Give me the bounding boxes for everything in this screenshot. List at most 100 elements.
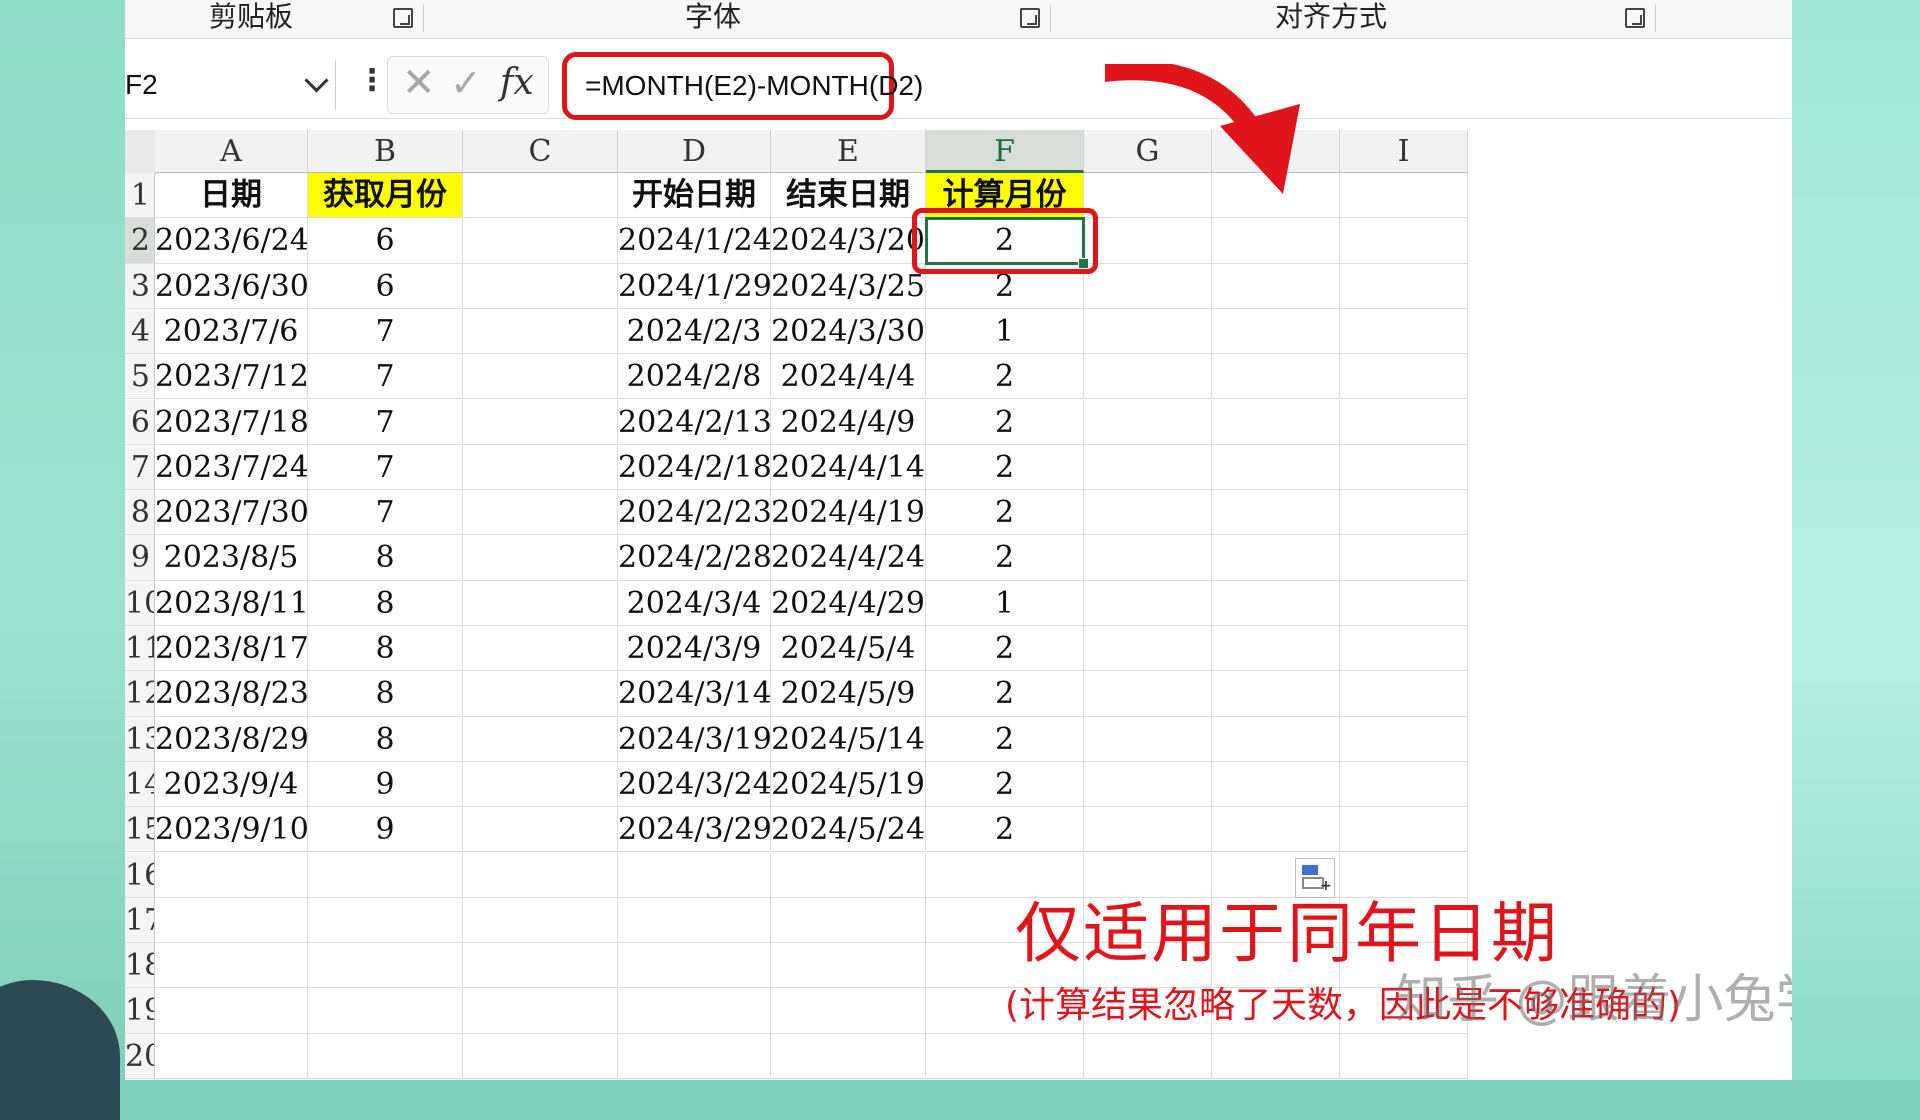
insert-function-icon[interactable]: fx	[500, 61, 534, 105]
row-header-10[interactable]: 10	[125, 580, 155, 626]
cell-h7[interactable]	[1212, 444, 1340, 491]
column-header-d[interactable]: D	[618, 130, 771, 173]
cell-f5[interactable]: 2	[926, 354, 1084, 400]
cell-a2[interactable]: 2023/6/24	[155, 218, 308, 264]
cell-h12[interactable]	[1212, 671, 1340, 717]
cell-d12[interactable]: 2024/3/14	[618, 671, 771, 717]
cell-b12[interactable]: 8	[308, 671, 463, 717]
name-box[interactable]: F2	[125, 60, 336, 110]
cell-e20[interactable]	[771, 1033, 926, 1079]
cell-c17[interactable]	[463, 897, 618, 944]
row-header-1[interactable]: 1	[125, 173, 155, 219]
column-header-i[interactable]: I	[1340, 130, 1468, 173]
cell-d16[interactable]	[618, 852, 771, 898]
cell-i13[interactable]	[1340, 716, 1468, 762]
cell-g3[interactable]	[1084, 263, 1212, 309]
cell-g9[interactable]	[1084, 535, 1212, 581]
cell-d10[interactable]: 2024/3/4	[618, 580, 771, 626]
cell-f20[interactable]	[926, 1033, 1084, 1079]
cell-e15[interactable]: 2024/5/24	[771, 807, 926, 853]
cell-a17[interactable]	[155, 897, 308, 944]
cell-d9[interactable]: 2024/2/28	[618, 535, 771, 581]
cell-h9[interactable]	[1212, 535, 1340, 581]
cell-d7[interactable]: 2024/2/18	[618, 444, 771, 491]
cell-g2[interactable]	[1084, 218, 1212, 264]
cell-f7[interactable]: 2	[926, 444, 1084, 491]
cell-d19[interactable]	[618, 988, 771, 1034]
cell-b13[interactable]: 8	[308, 716, 463, 762]
cell-d6[interactable]: 2024/2/13	[618, 399, 771, 445]
cell-i5[interactable]	[1340, 354, 1468, 400]
cell-h10[interactable]	[1212, 580, 1340, 626]
alignment-launcher-icon[interactable]	[1625, 8, 1645, 28]
cell-e10[interactable]: 2024/4/29	[771, 580, 926, 626]
cell-f6[interactable]: 2	[926, 399, 1084, 445]
cell-d14[interactable]: 2024/3/24	[618, 761, 771, 808]
cell-e8[interactable]: 2024/4/19	[771, 490, 926, 536]
cell-h15[interactable]	[1212, 807, 1340, 853]
cell-g13[interactable]	[1084, 716, 1212, 762]
cell-g16[interactable]	[1084, 852, 1212, 898]
cell-e9[interactable]: 2024/4/24	[771, 535, 926, 581]
cell-f14[interactable]: 2	[926, 761, 1084, 808]
more-options-icon[interactable]: ⋮	[357, 66, 387, 96]
cell-b2[interactable]: 6	[308, 218, 463, 264]
cell-i8[interactable]	[1340, 490, 1468, 536]
cell-e1[interactable]: 结束日期	[771, 173, 926, 219]
cell-a12[interactable]: 2023/8/23	[155, 671, 308, 717]
column-header-g[interactable]: G	[1084, 130, 1212, 173]
cancel-icon[interactable]: ✕	[402, 63, 436, 103]
cell-d11[interactable]: 2024/3/9	[618, 626, 771, 672]
paste-options-icon[interactable]: +	[1295, 858, 1335, 898]
cell-i16[interactable]	[1340, 852, 1468, 898]
row-header-16[interactable]: 16	[125, 852, 155, 898]
row-header-2[interactable]: 2	[125, 218, 155, 264]
column-header-e[interactable]: E	[771, 130, 926, 173]
cell-d3[interactable]: 2024/1/29	[618, 263, 771, 309]
column-header-a[interactable]: A	[155, 130, 308, 173]
cell-i6[interactable]	[1340, 399, 1468, 445]
cell-g11[interactable]	[1084, 626, 1212, 672]
cell-h13[interactable]	[1212, 716, 1340, 762]
cell-e17[interactable]	[771, 897, 926, 944]
cell-a1[interactable]: 日期	[155, 173, 308, 219]
cell-d1[interactable]: 开始日期	[618, 173, 771, 219]
cell-c20[interactable]	[463, 1033, 618, 1079]
cell-a11[interactable]: 2023/8/17	[155, 626, 308, 672]
cell-c18[interactable]	[463, 943, 618, 989]
cell-a4[interactable]: 2023/7/6	[155, 308, 308, 355]
cell-g10[interactable]	[1084, 580, 1212, 626]
row-header-7[interactable]: 7	[125, 444, 155, 491]
column-header-b[interactable]: B	[308, 130, 463, 173]
cell-c16[interactable]	[463, 852, 618, 898]
cell-e16[interactable]	[771, 852, 926, 898]
column-header-f[interactable]: F	[926, 130, 1084, 173]
cell-g1[interactable]	[1084, 173, 1212, 219]
cell-h11[interactable]	[1212, 626, 1340, 672]
cell-e6[interactable]: 2024/4/9	[771, 399, 926, 445]
cell-h1[interactable]	[1212, 173, 1340, 219]
cell-c13[interactable]	[463, 716, 618, 762]
cell-g15[interactable]	[1084, 807, 1212, 853]
cell-a6[interactable]: 2023/7/18	[155, 399, 308, 445]
cell-d4[interactable]: 2024/2/3	[618, 308, 771, 355]
cell-a8[interactable]: 2023/7/30	[155, 490, 308, 536]
cell-c7[interactable]	[463, 444, 618, 491]
cell-i1[interactable]	[1340, 173, 1468, 219]
cell-g4[interactable]	[1084, 308, 1212, 355]
cell-f10[interactable]: 1	[926, 580, 1084, 626]
cell-d13[interactable]: 2024/3/19	[618, 716, 771, 762]
cell-g12[interactable]	[1084, 671, 1212, 717]
column-header-h[interactable]: H	[1212, 130, 1340, 173]
cell-b19[interactable]	[308, 988, 463, 1034]
cell-i15[interactable]	[1340, 807, 1468, 853]
cell-a14[interactable]: 2023/9/4	[155, 761, 308, 808]
cell-b4[interactable]: 7	[308, 308, 463, 355]
cell-e13[interactable]: 2024/5/14	[771, 716, 926, 762]
row-header-6[interactable]: 6	[125, 399, 155, 445]
cell-c3[interactable]	[463, 263, 618, 309]
cell-c1[interactable]	[463, 173, 618, 219]
row-header-18[interactable]: 18	[125, 943, 155, 989]
cell-c6[interactable]	[463, 399, 618, 445]
cell-c5[interactable]	[463, 354, 618, 400]
